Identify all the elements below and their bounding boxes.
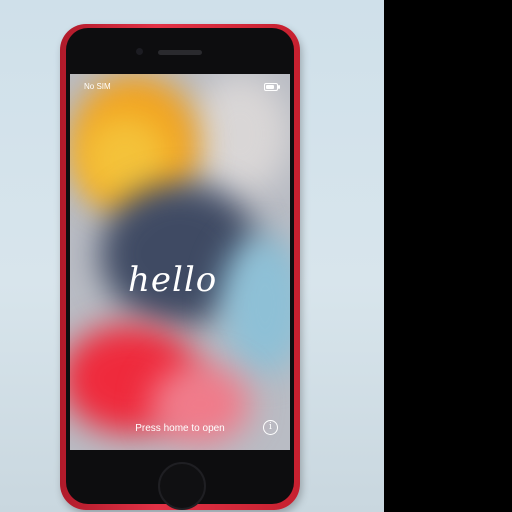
hello-greeting: hello — [128, 260, 218, 300]
black-margin — [384, 0, 512, 512]
phone-body: No SIM hello Press home to open i — [60, 24, 300, 510]
earpiece-speaker — [158, 50, 202, 55]
carrier-status: No SIM — [84, 82, 111, 91]
battery-level — [266, 85, 274, 89]
photo-scene: No SIM hello Press home to open i — [0, 0, 384, 512]
battery-icon — [264, 83, 280, 91]
info-circle-icon[interactable]: i — [263, 420, 278, 435]
phone-front-bezel: No SIM hello Press home to open i — [66, 28, 294, 510]
front-camera-icon — [136, 48, 143, 55]
wallpaper-blob — [190, 74, 290, 194]
home-button[interactable] — [158, 462, 206, 510]
press-home-prompt: Press home to open — [135, 423, 225, 434]
lock-screen[interactable]: No SIM hello Press home to open i — [70, 74, 290, 450]
